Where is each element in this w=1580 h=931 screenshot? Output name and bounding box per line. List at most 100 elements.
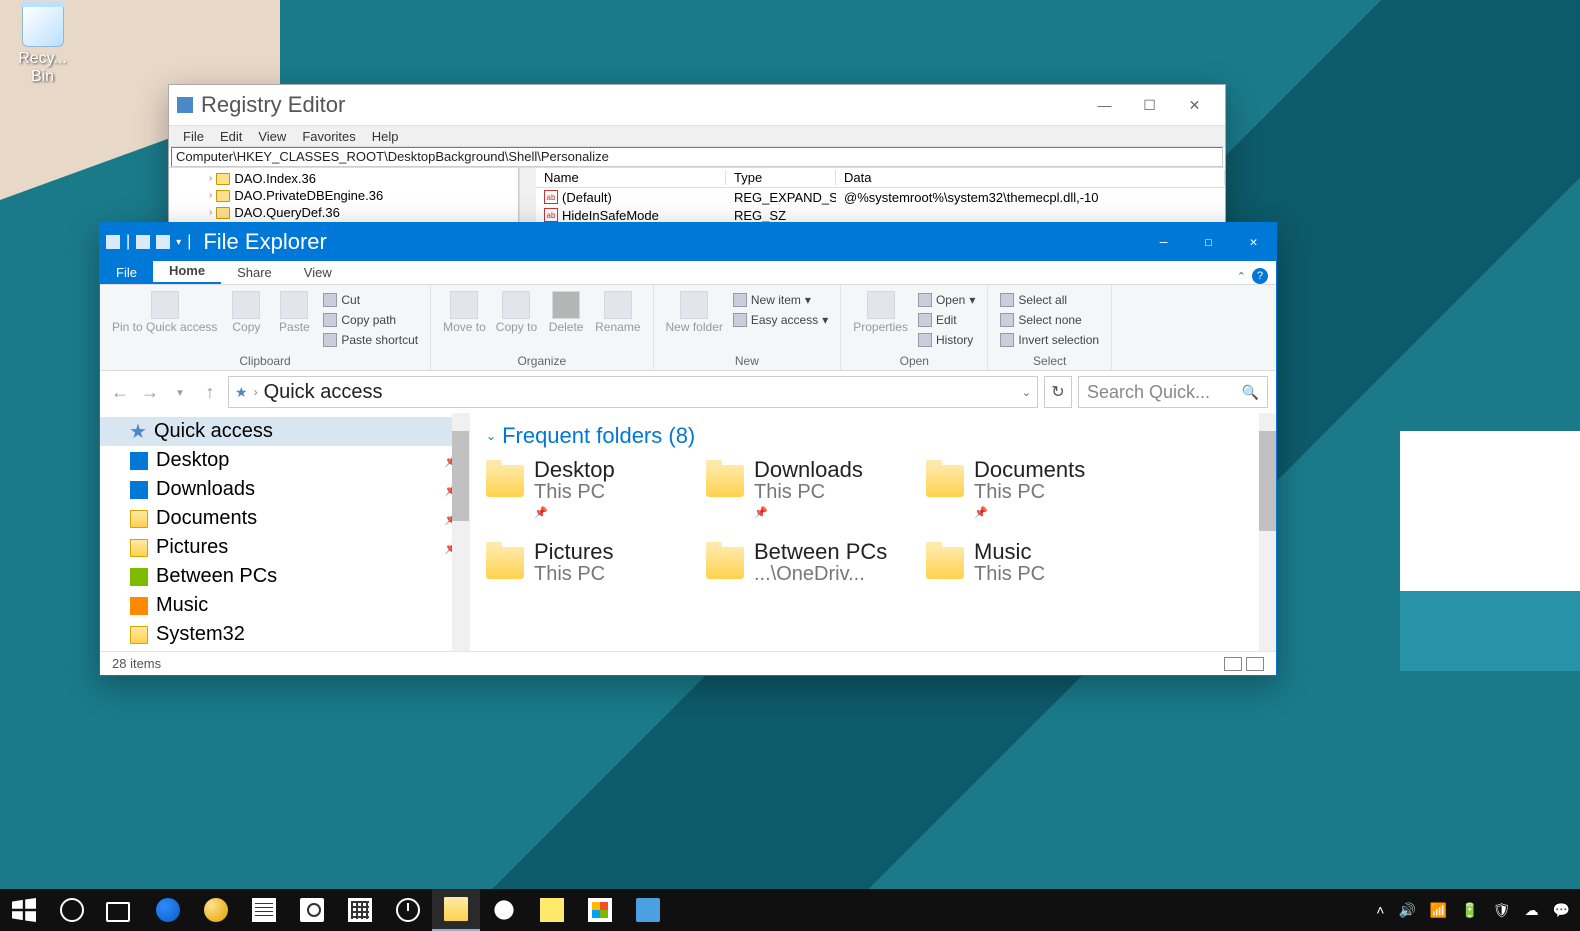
folder-item-documents[interactable]: DocumentsThis PC📌	[926, 459, 1136, 519]
folder-item-between-pcs[interactable]: Between PCs...\OneDriv...	[706, 541, 916, 586]
regedit-tree-node[interactable]: ›DAO.QueryDef.36	[169, 204, 518, 221]
regedit-menu-view[interactable]: View	[250, 129, 294, 144]
pin-quick-access-button[interactable]: Pin to Quick access	[108, 289, 221, 336]
explorer-titlebar[interactable]: | ▾ | File Explorer — ☐ ✕	[100, 223, 1276, 261]
taskbar-store[interactable]	[576, 889, 624, 931]
navigation-pane[interactable]: Quick access Desktop📌 Downloads📌 Documen…	[100, 413, 470, 651]
taskbar-calculator[interactable]	[336, 889, 384, 931]
explorer-minimize-button[interactable]: —	[1141, 223, 1186, 261]
folder-item-downloads[interactable]: DownloadsThis PC📌	[706, 459, 916, 519]
edit-button[interactable]: Edit	[918, 311, 975, 329]
taskbar-file-explorer[interactable]	[432, 889, 480, 931]
regedit-col-name[interactable]: Name	[536, 170, 726, 185]
ribbon-collapse-icon[interactable]: ⌃	[1237, 270, 1246, 283]
regedit-tree-scrollbar[interactable]	[519, 168, 536, 227]
regedit-menu-help[interactable]: Help	[364, 129, 407, 144]
select-all-button[interactable]: Select all	[1000, 291, 1099, 309]
view-icons-button[interactable]	[1246, 657, 1264, 671]
open-button[interactable]: Open ▾	[918, 291, 975, 309]
file-explorer-window[interactable]: | ▾ | File Explorer — ☐ ✕ File Home Shar…	[99, 222, 1277, 676]
task-view-button[interactable]	[96, 889, 144, 931]
regedit-tree-pane[interactable]: ›DAO.Index.36 ›DAO.PrivateDBEngine.36 ›D…	[169, 168, 519, 227]
recycle-bin-desktop-icon[interactable]: Recy... Bin	[10, 5, 75, 85]
forward-button[interactable]: →	[138, 380, 162, 404]
new-folder-button[interactable]: New folder	[662, 289, 727, 336]
taskbar-alarms[interactable]	[384, 889, 432, 931]
regedit-tree-node[interactable]: ›DAO.Index.36	[169, 170, 518, 187]
tray-onedrive-icon[interactable]: ☁	[1525, 902, 1539, 919]
taskbar-security[interactable]	[624, 889, 672, 931]
explorer-maximize-button[interactable]: ☐	[1186, 223, 1231, 261]
taskbar-paint[interactable]	[192, 889, 240, 931]
taskbar-sticky-notes[interactable]	[528, 889, 576, 931]
breadcrumb-label[interactable]: Quick access	[264, 381, 383, 404]
nav-quick-access[interactable]: Quick access	[100, 417, 469, 446]
tray-defender-icon[interactable]: 🛡	[1493, 902, 1511, 919]
regedit-value-row[interactable]: ab(Default) REG_EXPAND_SZ @%systemroot%\…	[536, 188, 1225, 206]
nav-documents[interactable]: Documents📌	[100, 504, 469, 533]
frequent-folders-header[interactable]: ⌄Frequent folders (8)	[486, 423, 1260, 449]
regedit-close-button[interactable]: ✕	[1172, 90, 1217, 120]
cut-button[interactable]: Cut	[323, 291, 418, 309]
address-bar[interactable]: ★ › Quick access ⌄	[228, 376, 1038, 408]
search-box[interactable]: Search Quick... 🔍	[1078, 376, 1268, 408]
tab-file[interactable]: File	[100, 261, 153, 284]
rename-button[interactable]: Rename	[591, 289, 644, 336]
taskbar-settings[interactable]	[480, 889, 528, 931]
up-button[interactable]: ↑	[198, 380, 222, 404]
select-none-button[interactable]: Select none	[1000, 311, 1099, 329]
copy-path-button[interactable]: Copy path	[323, 311, 418, 329]
nav-scrollbar[interactable]	[452, 413, 469, 651]
view-details-button[interactable]	[1224, 657, 1242, 671]
regedit-value-list[interactable]: Name Type Data ab(Default) REG_EXPAND_SZ…	[536, 168, 1225, 227]
regedit-menu-favorites[interactable]: Favorites	[294, 129, 363, 144]
regedit-minimize-button[interactable]: —	[1082, 90, 1127, 120]
tab-view[interactable]: View	[288, 261, 348, 284]
qat-newfolder-icon[interactable]	[156, 235, 170, 249]
cortana-button[interactable]	[48, 889, 96, 931]
help-icon[interactable]: ?	[1252, 268, 1268, 284]
qat-icon-1[interactable]	[106, 235, 120, 249]
content-pane[interactable]: ⌄Frequent folders (8) DesktopThis PC📌 Do…	[470, 413, 1276, 651]
move-to-button[interactable]: Move to	[439, 289, 490, 336]
nav-pictures[interactable]: Pictures📌	[100, 533, 469, 562]
folder-item-pictures[interactable]: PicturesThis PC	[486, 541, 696, 586]
delete-button[interactable]: Delete	[543, 289, 589, 336]
regedit-titlebar[interactable]: Registry Editor — ☐ ✕	[169, 85, 1225, 125]
taskbar-camera[interactable]	[288, 889, 336, 931]
tab-share[interactable]: Share	[221, 261, 288, 284]
address-dropdown-icon[interactable]: ⌄	[1022, 386, 1031, 399]
tray-battery-icon[interactable]: 🔋	[1461, 902, 1478, 919]
taskbar-calendar[interactable]	[240, 889, 288, 931]
nav-desktop[interactable]: Desktop📌	[100, 446, 469, 475]
taskbar-edge[interactable]	[144, 889, 192, 931]
properties-button[interactable]: Properties	[849, 289, 912, 336]
paste-button[interactable]: Paste	[271, 289, 317, 336]
history-button[interactable]: History	[918, 331, 975, 349]
nav-between-pcs[interactable]: Between PCs	[100, 562, 469, 591]
nav-system32[interactable]: System32	[100, 620, 469, 649]
regedit-tree-node[interactable]: ›DAO.PrivateDBEngine.36	[169, 187, 518, 204]
paste-shortcut-button[interactable]: Paste shortcut	[323, 331, 418, 349]
regedit-col-type[interactable]: Type	[726, 170, 836, 185]
tray-network-icon[interactable]: 📶	[1430, 902, 1447, 919]
invert-selection-button[interactable]: Invert selection	[1000, 331, 1099, 349]
nav-downloads[interactable]: Downloads📌	[100, 475, 469, 504]
regedit-col-data[interactable]: Data	[836, 170, 1225, 185]
taskbar[interactable]: ˄ 🔊 📶 🔋 🛡 ☁ 💬	[0, 889, 1580, 931]
action-center-button[interactable]: 💬	[1553, 902, 1570, 919]
regedit-menu-edit[interactable]: Edit	[212, 129, 250, 144]
easy-access-button[interactable]: Easy access ▾	[733, 311, 828, 329]
start-button[interactable]	[0, 889, 48, 931]
recent-locations-button[interactable]: ▾	[168, 380, 192, 404]
qat-properties-icon[interactable]	[136, 235, 150, 249]
new-item-button[interactable]: New item ▾	[733, 291, 828, 309]
folder-item-desktop[interactable]: DesktopThis PC📌	[486, 459, 696, 519]
back-button[interactable]: ←	[108, 380, 132, 404]
copy-button[interactable]: Copy	[223, 289, 269, 336]
tray-volume-icon[interactable]: 🔊	[1398, 902, 1415, 919]
tab-home[interactable]: Home	[153, 259, 221, 284]
refresh-button[interactable]: ↻	[1044, 376, 1072, 408]
regedit-address-bar[interactable]: Computer\HKEY_CLASSES_ROOT\DesktopBackgr…	[171, 147, 1223, 167]
copy-to-button[interactable]: Copy to	[492, 289, 541, 336]
